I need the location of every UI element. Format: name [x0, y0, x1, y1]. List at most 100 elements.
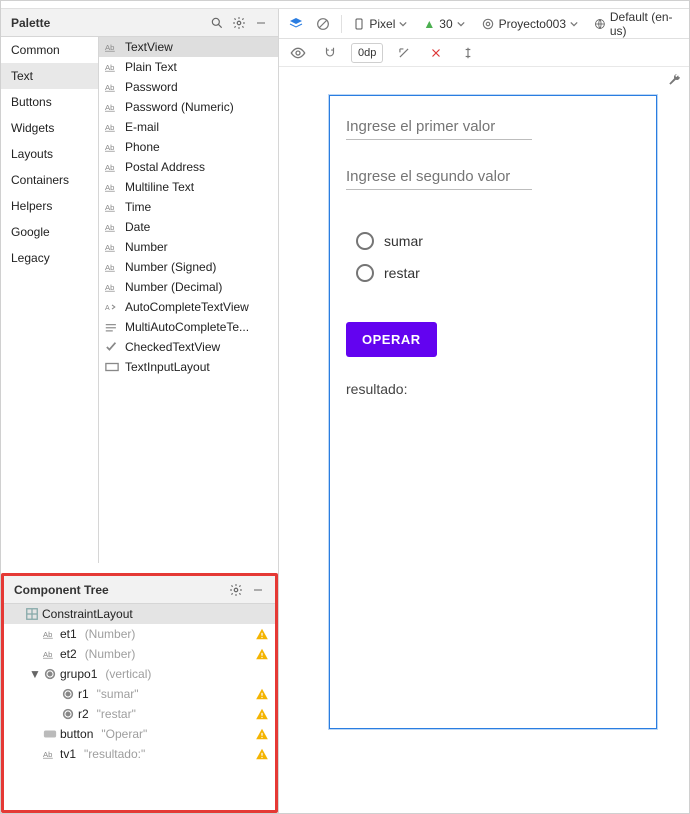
ab-icon: Ab	[105, 120, 119, 134]
ab-icon: Ab	[42, 628, 58, 640]
palette-item-label: Postal Address	[125, 160, 205, 174]
infer-constraints-icon[interactable]	[393, 42, 415, 64]
palette-title: Palette	[11, 16, 206, 30]
palette-item[interactable]: AbPassword (Numeric)	[99, 97, 278, 117]
tree-node-hint: "resultado:"	[76, 747, 145, 761]
warning-icon[interactable]	[255, 707, 269, 721]
tree-row-constraintlayout[interactable]: ConstraintLayout	[4, 604, 275, 624]
api-selector[interactable]: ▲ 30	[419, 13, 468, 35]
orientation-icon[interactable]	[314, 13, 333, 35]
tree-node-hint: (Number)	[77, 627, 136, 641]
tree-row-button[interactable]: button"Operar"	[4, 724, 275, 744]
design-canvas[interactable]: sumar restar OPERAR resultado:	[279, 67, 689, 813]
guidelines-icon[interactable]	[457, 42, 479, 64]
tree-node-name: tv1	[58, 747, 76, 761]
warning-icon[interactable]	[255, 727, 269, 741]
svg-text:Ab: Ab	[105, 83, 114, 92]
tree-node-hint: (vertical)	[97, 667, 151, 681]
palette-category-common[interactable]: Common	[1, 37, 98, 63]
operar-button[interactable]: OPERAR	[346, 322, 437, 357]
api-label: 30	[439, 17, 452, 31]
palette-item[interactable]: AbTime	[99, 197, 278, 217]
auto-icon: A	[105, 300, 119, 314]
palette-category-widgets[interactable]: Widgets	[1, 115, 98, 141]
wrench-icon[interactable]	[667, 73, 681, 87]
palette-item[interactable]: AbTextView	[99, 37, 278, 57]
palette-category-layouts[interactable]: Layouts	[1, 141, 98, 167]
palette-item[interactable]: TextInputLayout	[99, 357, 278, 377]
palette-item-label: AutoCompleteTextView	[125, 300, 249, 314]
palette-item-label: Date	[125, 220, 150, 234]
default-margin[interactable]: 0dp	[351, 43, 383, 63]
gear-icon[interactable]	[225, 579, 247, 601]
palette-item[interactable]: AbE-mail	[99, 117, 278, 137]
palette-item[interactable]: AbPlain Text	[99, 57, 278, 77]
palette-category-legacy[interactable]: Legacy	[1, 245, 98, 271]
svg-text:Ab: Ab	[43, 650, 52, 659]
palette-item-label: TextView	[125, 40, 173, 54]
theme-selector[interactable]: Proyecto003	[477, 13, 582, 35]
warning-icon[interactable]	[255, 747, 269, 761]
tree-node-hint: (Number)	[77, 647, 136, 661]
minimize-icon[interactable]	[247, 579, 269, 601]
svg-text:Ab: Ab	[105, 103, 114, 112]
ab-icon: Ab	[105, 220, 119, 234]
component-tree-header: Component Tree	[4, 576, 275, 604]
palette-item[interactable]: AbNumber (Signed)	[99, 257, 278, 277]
radio-icon	[356, 232, 374, 250]
palette-category-google[interactable]: Google	[1, 219, 98, 245]
palette-item[interactable]: MultiAutoCompleteTe...	[99, 317, 278, 337]
palette-item[interactable]: AbPhone	[99, 137, 278, 157]
radiogroup-icon	[42, 667, 58, 681]
layout-toolbar: 0dp	[279, 39, 689, 67]
input-icon	[105, 360, 119, 374]
palette-item[interactable]: AbPostal Address	[99, 157, 278, 177]
warning-icon[interactable]	[255, 687, 269, 701]
device-frame: sumar restar OPERAR resultado:	[329, 95, 657, 729]
ab-icon: Ab	[42, 748, 58, 760]
palette-item[interactable]: AbNumber (Decimal)	[99, 277, 278, 297]
button-icon	[42, 729, 58, 739]
radio-label: sumar	[384, 233, 423, 249]
tree-row-grupo1[interactable]: ▼grupo1(vertical)	[4, 664, 275, 684]
gear-icon[interactable]	[228, 12, 250, 34]
warning-icon[interactable]	[255, 647, 269, 661]
eye-icon[interactable]	[287, 42, 309, 64]
layout-icon	[24, 607, 40, 621]
tree-row-et2[interactable]: Abet2(Number)	[4, 644, 275, 664]
tree-row-r1[interactable]: r1"sumar"	[4, 684, 275, 704]
minimize-icon[interactable]	[250, 12, 272, 34]
expander-icon[interactable]: ▼	[28, 667, 42, 681]
locale-selector[interactable]: Default (en-us)	[590, 13, 681, 35]
check-icon	[105, 340, 119, 354]
palette-category-containers[interactable]: Containers	[1, 167, 98, 193]
radio-restar[interactable]: restar	[356, 264, 640, 282]
tree-row-et1[interactable]: Abet1(Number)	[4, 624, 275, 644]
palette-item[interactable]: AbNumber	[99, 237, 278, 257]
et2-field[interactable]	[346, 162, 532, 190]
tree-row-r2[interactable]: r2"restar"	[4, 704, 275, 724]
palette-category-helpers[interactable]: Helpers	[1, 193, 98, 219]
ab-icon: Ab	[105, 60, 119, 74]
palette-item[interactable]: CheckedTextView	[99, 337, 278, 357]
palette-category-buttons[interactable]: Buttons	[1, 89, 98, 115]
palette-item[interactable]: Ab Date	[99, 217, 278, 237]
magnet-icon[interactable]	[319, 42, 341, 64]
palette-item[interactable]: AbPassword	[99, 77, 278, 97]
search-icon[interactable]	[206, 12, 228, 34]
ab-icon: Ab	[105, 280, 119, 294]
device-selector[interactable]: Pixel	[349, 13, 411, 35]
palette-item[interactable]: A AutoCompleteTextView	[99, 297, 278, 317]
palette-category-text[interactable]: Text	[1, 63, 98, 89]
tree-node-name: button	[58, 727, 93, 741]
et1-field[interactable]	[346, 112, 532, 140]
tree-row-tv1[interactable]: Abtv1"resultado:"	[4, 744, 275, 764]
warning-icon[interactable]	[255, 627, 269, 641]
design-surface-icon[interactable]	[287, 13, 306, 35]
palette-header: Palette	[1, 9, 278, 37]
clear-constraints-icon[interactable]	[425, 42, 447, 64]
ab-icon: Ab	[105, 200, 119, 214]
palette-item[interactable]: AbMultiline Text	[99, 177, 278, 197]
radio-sumar[interactable]: sumar	[356, 232, 640, 250]
tree-node-hint: "restar"	[89, 707, 136, 721]
